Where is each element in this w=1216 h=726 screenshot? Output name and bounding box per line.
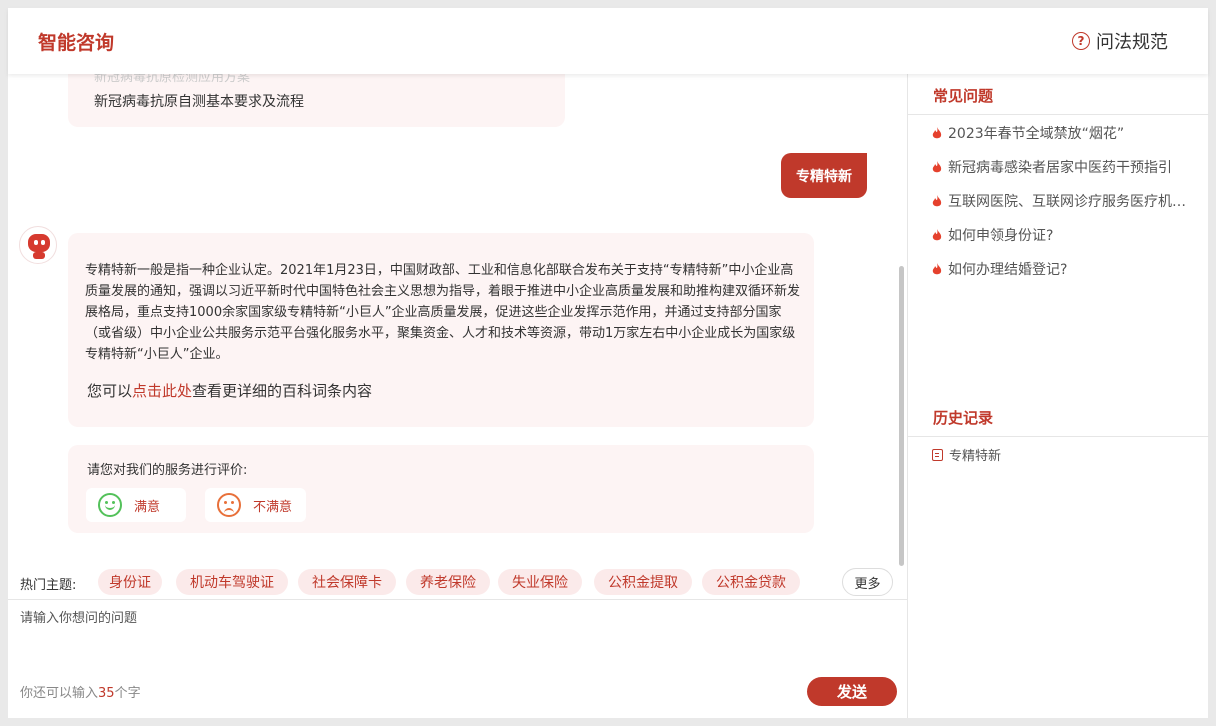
fire-icon: [932, 160, 942, 172]
fire-icon: [932, 228, 942, 240]
history-title: 历史记录: [933, 409, 994, 427]
hot-topics-bar: 热门主题: 身份证 机动车驾驶证 社会保障卡 养老保险 失业保险 公积金提取 公…: [8, 567, 908, 599]
history-item[interactable]: 专精特新: [932, 445, 1001, 464]
unsatisfied-button[interactable]: 不满意: [205, 488, 306, 522]
rating-card: 请您对我们的服务进行评价: 满意 不满意: [68, 445, 814, 533]
faq-item[interactable]: 新冠病毒感染者居家中医药干预指引: [932, 157, 1192, 177]
topic-tag[interactable]: 养老保险: [406, 569, 490, 595]
chat-scrollbar[interactable]: [899, 266, 904, 566]
app-logo: 智能咨询: [38, 32, 115, 54]
help-link-label: 问法规范: [1096, 32, 1168, 53]
faq-item[interactable]: 互联网医院、互联网诊疗服务医疗机构名单: [932, 191, 1192, 211]
faq-item[interactable]: 如何办理结婚登记?: [932, 259, 1192, 279]
user-message-bubble: 专精特新: [781, 153, 867, 198]
hot-topics-label: 热门主题:: [20, 578, 77, 593]
faq-item[interactable]: 2023年春节全域禁放“烟花”: [932, 123, 1192, 143]
satisfied-button[interactable]: 满意: [86, 488, 186, 522]
topic-tag[interactable]: 公积金提取: [594, 569, 692, 595]
bot-answer-more: 您可以点击此处查看更详细的百科词条内容: [87, 382, 373, 400]
chat-panel: 新冠病毒抗原检测应用方案 新冠病毒抗原自测基本要求及流程 专精特新 专精特新一般…: [8, 74, 908, 718]
header: 智能咨询 ? 问法规范: [8, 8, 1208, 74]
rating-question: 请您对我们的服务进行评价:: [87, 463, 248, 478]
topic-tag[interactable]: 机动车驾驶证: [176, 569, 288, 595]
divider: [908, 436, 1209, 437]
fire-icon: [932, 126, 942, 138]
smile-icon: [98, 493, 122, 517]
more-topics-button[interactable]: 更多: [842, 568, 893, 596]
previous-answer-faded-line: 新冠病毒抗原检测应用方案: [94, 74, 251, 85]
faq-item[interactable]: 如何申领身份证?: [932, 225, 1192, 245]
remaining-count: 35: [98, 686, 115, 701]
frown-icon: [217, 493, 241, 517]
sidebar: 常见问题 2023年春节全域禁放“烟花” 新冠病毒感染者居家中医药干预指引 互联…: [907, 74, 1209, 718]
robot-icon: [28, 234, 50, 252]
topic-tag[interactable]: 社会保障卡: [298, 569, 396, 595]
bot-avatar: [19, 226, 57, 264]
bot-answer-bubble: 专精特新一般是指一种企业认定。2021年1月23日，中国财政部、工业和信息化部联…: [68, 233, 814, 427]
send-button[interactable]: 发送: [807, 677, 897, 706]
question-input[interactable]: [8, 600, 906, 670]
divider: [908, 114, 1209, 115]
topic-tag[interactable]: 身份证: [98, 569, 162, 595]
fire-icon: [932, 194, 942, 206]
topic-tag[interactable]: 公积金贷款: [702, 569, 800, 595]
bot-bubble-previous: 新冠病毒抗原检测应用方案 新冠病毒抗原自测基本要求及流程: [68, 74, 565, 127]
previous-answer-line[interactable]: 新冠病毒抗原自测基本要求及流程: [94, 91, 304, 111]
question-circle-icon: ?: [1072, 32, 1090, 50]
input-area: 你还可以输入35个字 发送: [8, 599, 908, 718]
topic-tag[interactable]: 失业保险: [498, 569, 582, 595]
help-link[interactable]: ? 问法规范: [1072, 28, 1168, 54]
app-window: 智能咨询 ? 问法规范 新冠病毒抗原检测应用方案 新冠病毒抗原自测基本要求及流程…: [8, 8, 1209, 718]
faq-title: 常见问题: [933, 87, 994, 105]
char-counter: 你还可以输入35个字: [20, 686, 141, 701]
click-here-link[interactable]: 点击此处: [132, 382, 192, 400]
fire-icon: [932, 262, 942, 274]
bot-answer-text: 专精特新一般是指一种企业认定。2021年1月23日，中国财政部、工业和信息化部联…: [85, 263, 801, 362]
document-icon: [932, 448, 943, 461]
